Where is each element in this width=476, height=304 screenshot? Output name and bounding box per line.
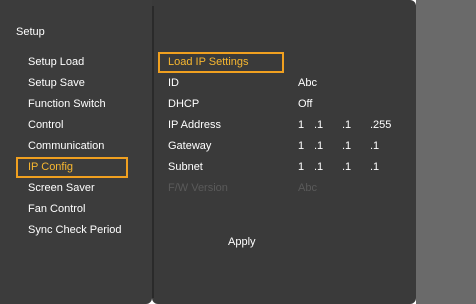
ip-octet-4[interactable]: .255 [370,115,391,136]
gateway-octet-2[interactable]: .1 [314,136,323,157]
subnet-octet-3[interactable]: .1 [342,157,351,178]
menu-item-setup-save[interactable]: Setup Save [16,73,128,94]
fw-version-value: Abc [298,182,317,194]
setup-menu: Setup Load Setup Save Function Switch Co… [16,52,128,241]
fw-version-row: F/W Version Abc [158,178,398,199]
menu-item-screen-saver[interactable]: Screen Saver [16,178,128,199]
menu-item-communication[interactable]: Communication [16,136,128,157]
dhcp-row[interactable]: DHCP Off [158,94,398,115]
gateway-octet-4[interactable]: .1 [370,136,379,157]
subnet-row[interactable]: Subnet 1 .1 .1 .1 [158,157,398,178]
subnet-octet-2[interactable]: .1 [314,157,323,178]
subnet-octet-4[interactable]: .1 [370,157,379,178]
gateway-octet-1[interactable]: 1 [298,136,304,157]
subnet-octet-1[interactable]: 1 [298,157,304,178]
panel-divider [152,6,154,298]
apply-button[interactable]: Apply [228,236,256,248]
menu-item-sync-check-period[interactable]: Sync Check Period [16,220,128,241]
gateway-row[interactable]: Gateway 1 .1 .1 .1 [158,136,398,157]
id-row[interactable]: ID Abc [158,73,398,94]
dhcp-value[interactable]: Off [298,94,312,115]
background-area [416,0,476,304]
fw-version-label: F/W Version [168,182,228,194]
load-ip-settings-button[interactable]: Load IP Settings [158,52,284,73]
menu-item-control[interactable]: Control [16,115,128,136]
gateway-label: Gateway [168,140,212,152]
menu-item-setup-load[interactable]: Setup Load [16,52,128,73]
id-label: ID [168,77,179,89]
setup-menu-panel: Setup Setup Load Setup Save Function Swi… [0,0,152,304]
id-value[interactable]: Abc [298,73,317,94]
ip-address-label: IP Address [168,119,221,131]
ip-octet-3[interactable]: .1 [342,115,351,136]
ip-address-row[interactable]: IP Address 1 .1 .1 .255 [158,115,398,136]
menu-title: Setup [16,26,45,38]
gateway-octet-3[interactable]: .1 [342,136,351,157]
subnet-label: Subnet [168,161,203,173]
ip-octet-2[interactable]: .1 [314,115,323,136]
menu-item-fan-control[interactable]: Fan Control [16,199,128,220]
menu-item-ip-config[interactable]: IP Config [16,157,128,178]
ip-octet-1[interactable]: 1 [298,115,304,136]
dhcp-label: DHCP [168,98,200,110]
menu-item-function-switch[interactable]: Function Switch [16,94,128,115]
